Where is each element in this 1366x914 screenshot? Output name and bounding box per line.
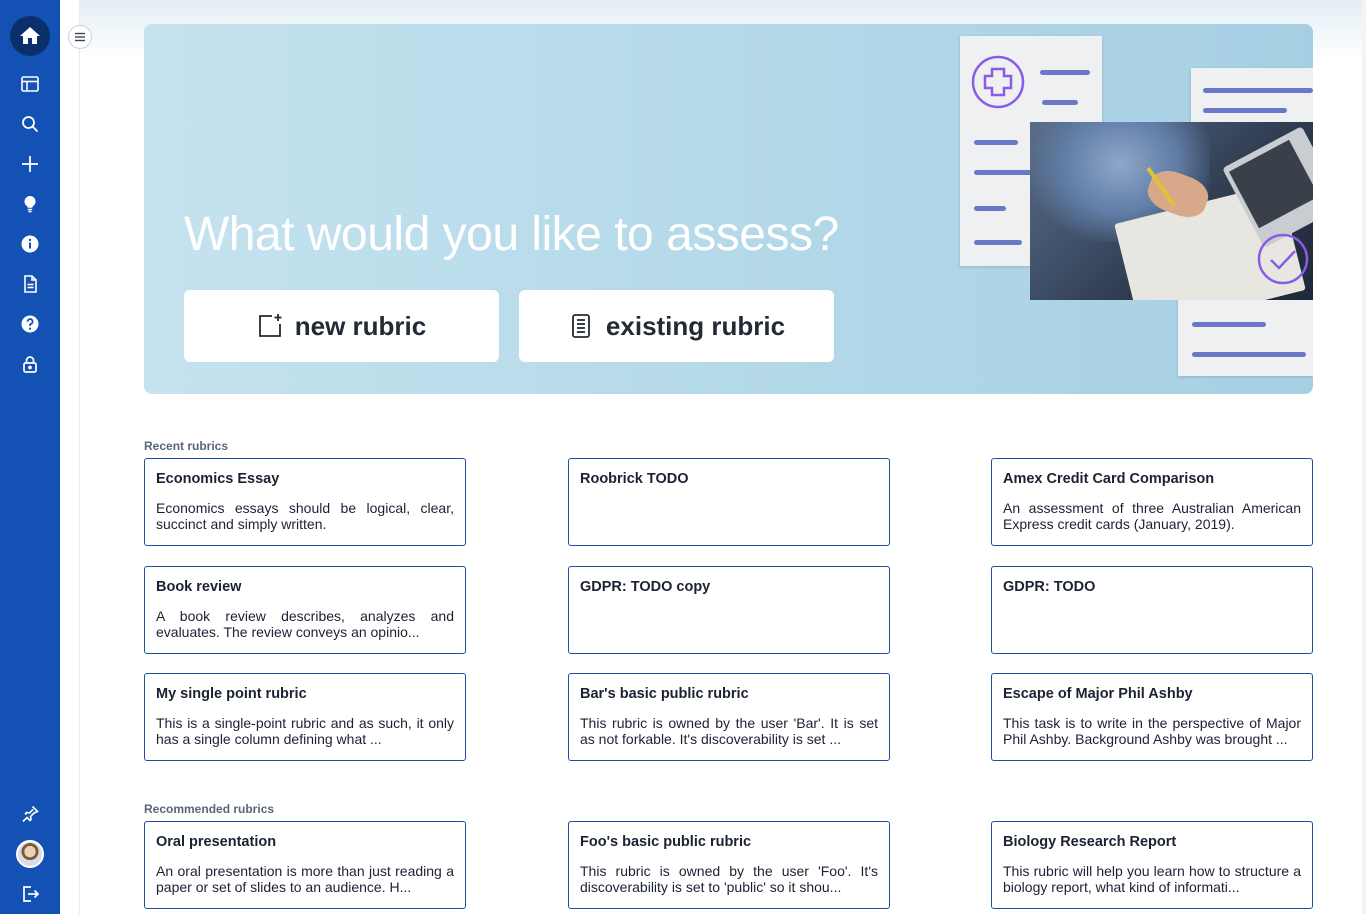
menu-icon [75,32,85,42]
pin-icon [22,805,39,823]
rubric-card-description: A book review describes, analyzes and ev… [156,608,454,640]
rubric-card-title: Amex Credit Card Comparison [1003,471,1215,487]
rubric-card-description [580,500,878,532]
rubric-card-title: Bar's basic public rubric [580,686,749,702]
rubric-card[interactable]: GDPR: TODO copy [568,566,890,654]
paper-bottom-right [1178,294,1313,376]
rubric-card-title: Biology Research Report [1003,834,1177,850]
search-icon [22,116,39,133]
rubric-card-description: An oral presentation is more than just r… [156,863,454,895]
rubric-card[interactable]: Escape of Major Phil Ashby This task is … [991,673,1313,761]
rubric-card[interactable]: GDPR: TODO [991,566,1313,654]
recommended-rubrics-heading: Recommended rubrics [144,802,275,816]
sidebar-toggle-button[interactable] [68,25,92,49]
rubric-card-title: Roobrick TODO [580,471,689,487]
ideas-button[interactable] [10,184,50,224]
hero-banner: What would you like to assess? new rubri… [144,24,1313,394]
new-rubric-label: new rubric [294,310,427,341]
rubric-card-description: This rubric is owned by the user 'Foo'. … [580,863,878,895]
rubric-card-description: Economics essays should be logical, clea… [156,500,454,532]
rubric-card-title: Oral presentation [156,834,277,850]
check-circle-icon [1257,233,1309,285]
sidebar-bottom [0,794,60,914]
logout-icon [23,886,40,902]
rubric-card-title: Escape of Major Phil Ashby [1003,686,1193,702]
document-icon [24,275,37,293]
content-divider [79,0,80,914]
rubric-document-icon [572,314,590,338]
rubric-card-description: This is a single-point rubric and as suc… [156,715,454,747]
home-button[interactable] [10,16,50,56]
rubric-card-description [580,608,878,640]
info-icon [21,235,39,253]
rubric-card-title: Economics Essay [156,471,280,487]
home-icon [20,27,40,44]
hero-title: What would you like to assess? [184,208,839,261]
rubric-card-title: Book review [156,579,242,595]
create-button[interactable] [10,144,50,184]
documents-button[interactable] [10,264,50,304]
existing-rubric-label: existing rubric [605,310,786,341]
search-button[interactable] [10,104,50,144]
rubric-card[interactable]: Roobrick TODO [568,458,890,546]
existing-rubric-button[interactable]: existing rubric [519,290,834,362]
help-icon [21,315,39,333]
rubric-card-description: This rubric is owned by the user 'Bar'. … [580,715,878,747]
rubric-card[interactable]: My single point rubric This is a single-… [144,673,466,761]
rubric-card-title: Foo's basic public rubric [580,834,752,850]
help-button[interactable] [10,304,50,344]
lock-icon [23,356,37,373]
rubric-card[interactable]: Book review A book review describes, ana… [144,566,466,654]
rubric-card[interactable]: Economics Essay Economics essays should … [144,458,466,546]
info-button[interactable] [10,224,50,264]
rubric-card-description: An assessment of three Australian Americ… [1003,500,1301,532]
pin-button[interactable] [10,794,50,834]
logout-button[interactable] [10,874,50,914]
rubric-card[interactable]: Oral presentation An oral presentation i… [144,821,466,909]
plus-icon [22,156,38,172]
rubric-card-title: My single point rubric [156,686,307,702]
rubric-card-description [1003,608,1301,640]
new-rubric-button[interactable]: new rubric [184,290,499,362]
rubric-card[interactable]: Biology Research Report This rubric will… [991,821,1313,909]
rubric-card[interactable]: Amex Credit Card Comparison An assessmen… [991,458,1313,546]
avatar[interactable] [16,840,44,868]
layout-icon [21,76,39,92]
plus-circle-icon [971,55,1025,109]
rubric-card-description: This task is to write in the perspective… [1003,715,1301,747]
scrollbar-track[interactable] [1362,0,1366,914]
rubric-card-title: GDPR: TODO [1003,579,1096,595]
dashboard-button[interactable] [10,64,50,104]
lightbulb-icon [24,195,36,213]
hero-illustration [960,24,1313,394]
new-document-icon [258,314,282,337]
sidebar [0,0,60,914]
rubric-card[interactable]: Foo's basic public rubric This rubric is… [568,821,890,909]
rubric-card-title: GDPR: TODO copy [580,579,711,595]
rubric-card-description: This rubric will help you learn how to s… [1003,863,1301,895]
recent-rubrics-heading: Recent rubrics [144,439,229,453]
privacy-button[interactable] [10,344,50,384]
rubric-card[interactable]: Bar's basic public rubric This rubric is… [568,673,890,761]
